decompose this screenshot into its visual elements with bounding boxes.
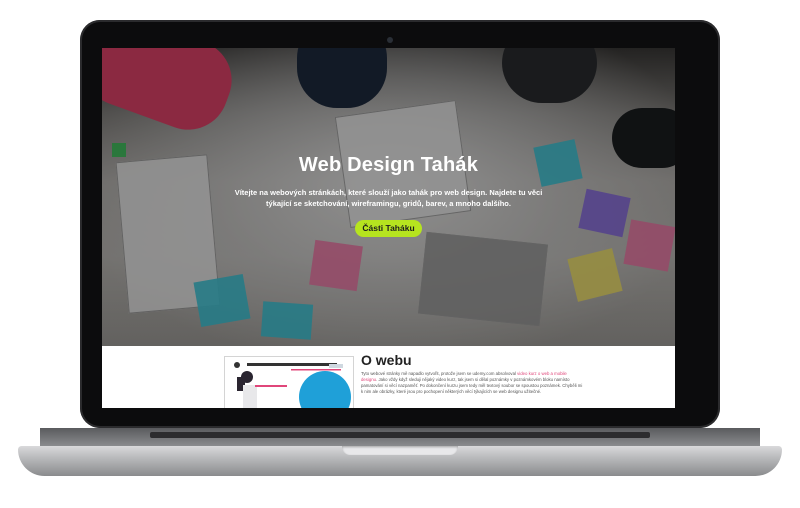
hero-section: Web Design Tahák Vítejte na webových str… — [102, 48, 675, 346]
laptop-mockup: Web Design Tahák Vítejte na webových str… — [0, 0, 800, 508]
camera-icon — [387, 37, 393, 43]
about-illustration — [224, 356, 354, 408]
hero-subtitle: Vítejte na webových stránkách, které slo… — [234, 188, 543, 208]
about-title: O webu — [361, 352, 412, 368]
about-text: Tyto webové stránky mě napadlo vytvořit,… — [361, 371, 583, 395]
laptop-screen: Web Design Tahák Vítejte na webových str… — [102, 48, 675, 408]
hero-title: Web Design Tahák — [298, 154, 479, 176]
sections-button[interactable]: Části Taháku — [355, 220, 422, 237]
about-section: O webu Tyto webové stránky mě napadlo vy… — [102, 346, 675, 408]
keyboard-edge — [150, 432, 650, 438]
about-text-part1: Tyto webové stránky mě napadlo vytvořit,… — [361, 371, 518, 376]
laptop-notch — [342, 446, 458, 455]
about-text-part2: . Jako vždy když sleduji nějaký video ku… — [361, 377, 583, 394]
